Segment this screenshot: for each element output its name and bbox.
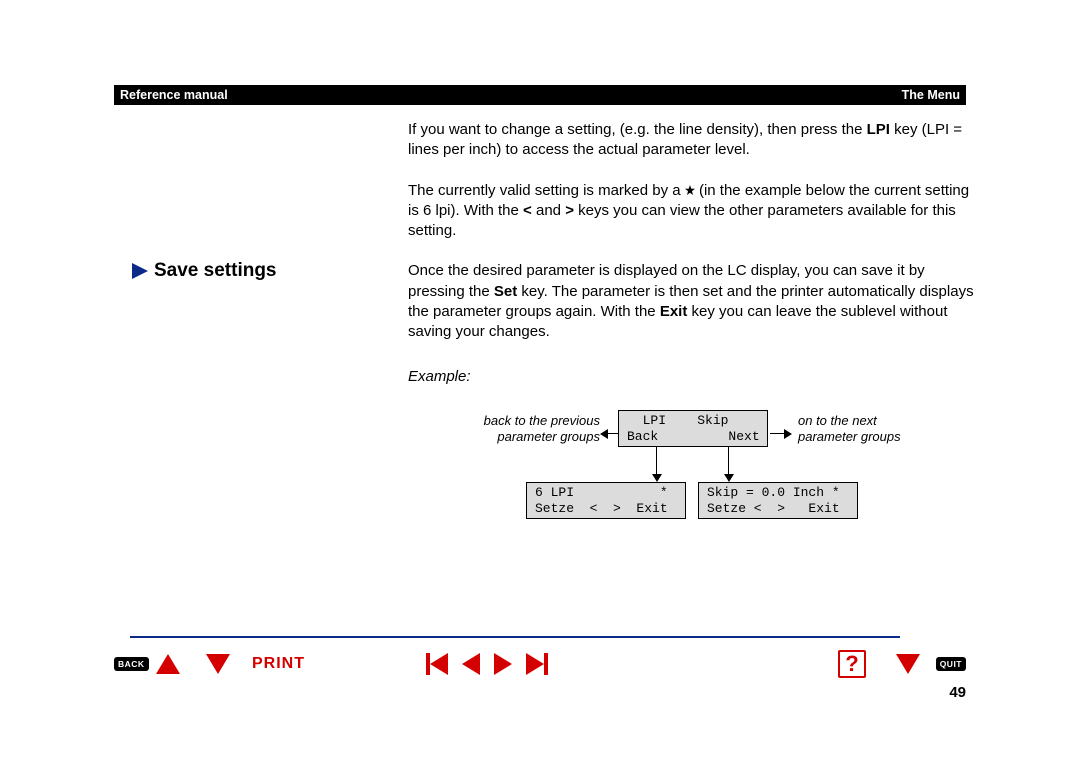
header-left: Reference manual (120, 88, 228, 102)
lcd-row: Setze < > Exit (535, 501, 677, 517)
scroll-up-button[interactable] (156, 653, 180, 675)
arrow-right-icon (770, 433, 784, 434)
paragraph-3: Once the desired parameter is displayed … (408, 261, 978, 342)
bold-gt: > (565, 202, 574, 219)
back-button[interactable]: BACK (114, 653, 149, 675)
quit-label: QUIT (936, 657, 966, 671)
triangle-left-icon (430, 653, 448, 675)
triangle-right-icon (494, 653, 512, 675)
scroll-down-button-2[interactable] (896, 653, 920, 675)
arrow-left-icon (608, 433, 618, 434)
bar-icon (544, 653, 548, 675)
first-page-button[interactable] (426, 653, 448, 675)
print-label: PRINT (252, 655, 305, 673)
lcd-top: LPI Skip Back Next (618, 410, 768, 447)
last-page-button[interactable] (526, 653, 548, 675)
header-right: The Menu (902, 88, 960, 102)
nav-center-group (424, 653, 550, 675)
scroll-down-button[interactable] (206, 653, 230, 675)
lcd-row: 6 LPI * (535, 485, 677, 501)
question-icon: ? (838, 650, 866, 678)
star-icon (685, 181, 695, 191)
arrow-down-icon (728, 446, 729, 474)
bold-set: Set (494, 283, 517, 300)
page-number: 49 (949, 684, 966, 701)
section-heading: Save settings (132, 260, 277, 282)
footer-rule (130, 636, 900, 638)
text: parameter groups (450, 429, 600, 445)
lcd-row: Skip = 0.0 Inch * (707, 485, 849, 501)
quit-button[interactable]: QUIT (936, 653, 966, 675)
content-area: Save settings If you want to change a se… (114, 120, 966, 643)
text: parameter groups (798, 429, 901, 445)
bold-lpi: LPI (867, 121, 890, 138)
lcd-row: Setze < > Exit (707, 501, 849, 517)
lcd-bottom-right: Skip = 0.0 Inch * Setze < > Exit (698, 482, 858, 519)
heading-text: Save settings (154, 260, 277, 282)
print-button[interactable]: PRINT (252, 653, 305, 675)
body-text: If you want to change a setting, (e.g. t… (408, 120, 978, 362)
diagram: LPI Skip Back Next back to the previous … (408, 410, 988, 550)
triangle-right-icon (526, 653, 544, 675)
chevron-right-icon (132, 263, 148, 279)
caption-right: on to the next parameter groups (798, 413, 901, 444)
prev-page-button[interactable] (462, 653, 480, 675)
arrow-down-icon (656, 446, 657, 474)
bold-lt: < (523, 202, 532, 219)
triangle-up-icon (156, 654, 180, 674)
help-button[interactable]: ? (838, 653, 866, 675)
triangle-down-icon (206, 654, 230, 674)
text: on to the next (798, 413, 901, 429)
paragraph-2: The currently valid setting is marked by… (408, 181, 978, 242)
bold-exit: Exit (660, 303, 688, 320)
text: The currently valid setting is marked by… (408, 182, 685, 199)
lcd-bottom-left: 6 LPI * Setze < > Exit (526, 482, 686, 519)
text: ? (845, 651, 858, 677)
lcd-row: LPI Skip (627, 413, 759, 429)
caption-left: back to the previous parameter groups (450, 413, 600, 444)
nav-bar: BACK PRINT (114, 653, 966, 677)
text: If you want to change a setting, (e.g. t… (408, 121, 867, 138)
next-page-button[interactable] (494, 653, 512, 675)
paragraph-1: If you want to change a setting, (e.g. t… (408, 120, 978, 161)
text: and (532, 202, 565, 219)
lcd-row: Back Next (627, 429, 759, 445)
triangle-left-icon (462, 653, 480, 675)
back-label: BACK (114, 657, 149, 671)
header-bar: Reference manual The Menu (114, 85, 966, 105)
example-label: Example: (408, 368, 471, 385)
text: back to the previous (450, 413, 600, 429)
triangle-down-icon (896, 654, 920, 674)
page: Reference manual The Menu Save settings … (0, 0, 1080, 763)
